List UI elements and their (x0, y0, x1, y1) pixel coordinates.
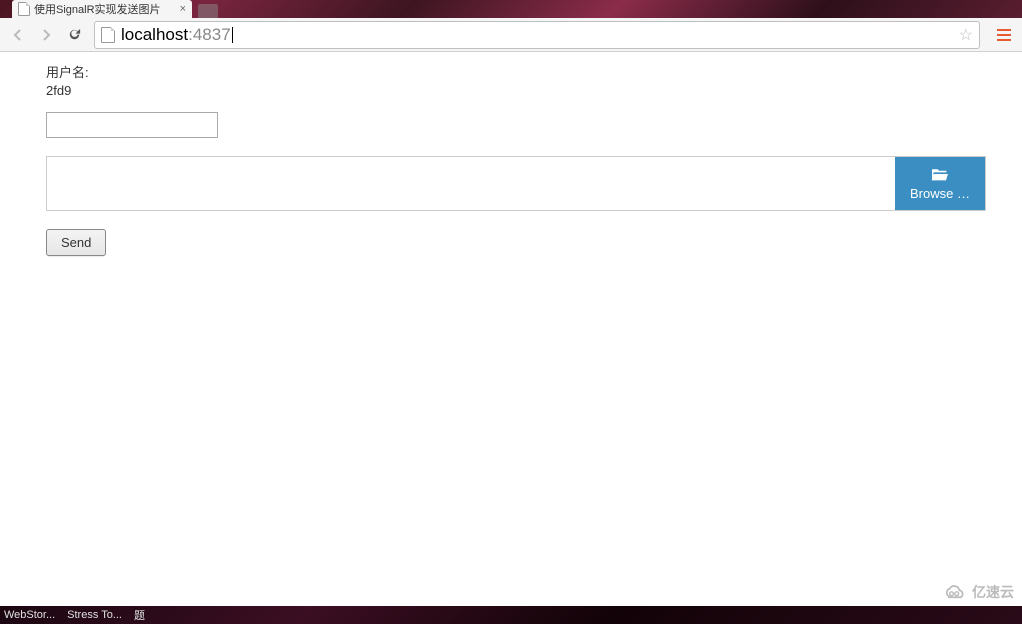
cloud-icon (942, 583, 968, 601)
taskbar: WebStor... Stress To... 题 (0, 606, 1022, 624)
folder-open-icon (930, 166, 950, 182)
username-value: 2fd9 (46, 83, 976, 98)
tab-title: 使用SignalR实现发送图片 (34, 1, 176, 17)
taskbar-item[interactable]: Stress To... (67, 609, 122, 621)
forward-button[interactable] (34, 23, 58, 47)
close-icon[interactable]: × (180, 3, 186, 15)
file-display[interactable] (47, 157, 895, 210)
watermark-text: 亿速云 (972, 582, 1014, 602)
address-text: localhost:4837 (121, 25, 231, 45)
taskbar-item[interactable]: 题 (134, 607, 145, 623)
browser-tab[interactable]: 使用SignalR实现发送图片 × (12, 0, 192, 18)
taskbar-item[interactable]: WebStor... (4, 609, 55, 621)
new-tab-button[interactable] (198, 4, 218, 18)
watermark: 亿速云 (942, 582, 1014, 602)
back-button[interactable] (6, 23, 30, 47)
send-button[interactable]: Send (46, 229, 106, 256)
browse-label: Browse … (910, 186, 970, 201)
address-bar[interactable]: localhost:4837 ☆ (94, 21, 980, 49)
reload-button[interactable] (62, 23, 86, 47)
username-label: 用户名: (46, 62, 976, 81)
browser-tab-bar: 使用SignalR实现发送图片 × (0, 0, 1022, 18)
bookmark-star-icon[interactable]: ☆ (959, 25, 973, 45)
text-cursor (232, 27, 233, 43)
page-content: 用户名: 2fd9 Browse … Send (0, 52, 1022, 606)
browser-toolbar: localhost:4837 ☆ (0, 18, 1022, 52)
address-host: localhost (121, 25, 188, 44)
hamburger-menu-icon[interactable] (992, 23, 1016, 47)
page-icon (18, 2, 30, 16)
message-input[interactable] (46, 112, 218, 138)
address-port: :4837 (188, 25, 231, 44)
page-icon (101, 27, 115, 43)
file-input-row: Browse … (46, 156, 986, 211)
browse-button[interactable]: Browse … (895, 157, 985, 210)
